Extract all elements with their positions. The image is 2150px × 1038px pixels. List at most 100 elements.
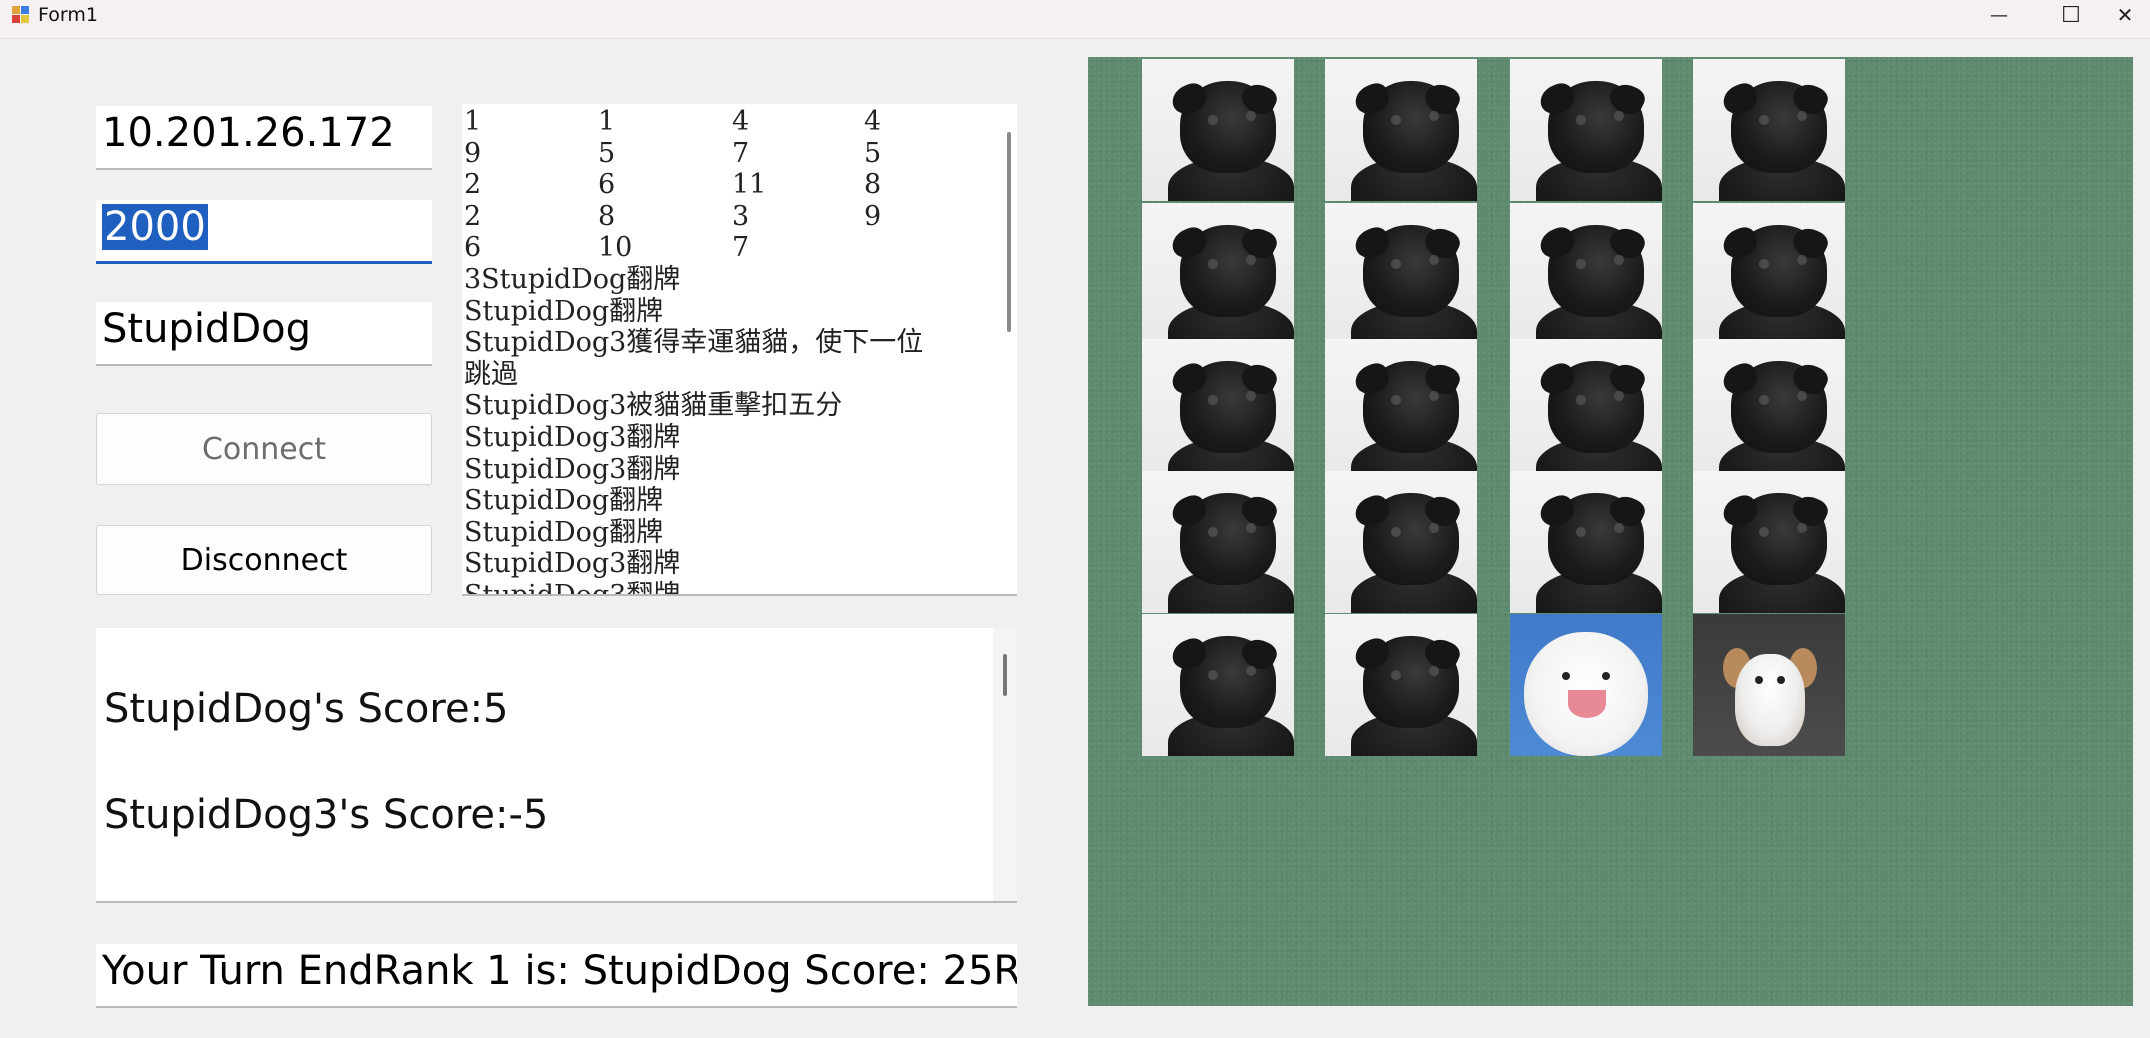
maximize-button[interactable]: ☐ — [2036, 0, 2106, 30]
pug-eye — [1429, 666, 1439, 676]
log-number-cell: 9 — [864, 200, 882, 232]
pug-eye — [1246, 666, 1256, 676]
log-message: StupidDog翻牌 — [464, 295, 664, 327]
card-pug[interactable] — [1142, 471, 1294, 613]
pug-eye — [1797, 523, 1807, 533]
card-pug[interactable] — [1142, 339, 1294, 481]
shih-tzu-eye — [1755, 676, 1763, 684]
log-number-cell: 4 — [732, 106, 750, 137]
log-number-cell: 7 — [732, 137, 750, 169]
pug-eye — [1208, 395, 1218, 405]
disconnect-button[interactable]: Disconnect — [96, 525, 432, 595]
app-icon — [12, 6, 30, 24]
card-pug[interactable] — [1693, 59, 1845, 201]
pug-eye — [1797, 111, 1807, 121]
pug-eye — [1391, 115, 1401, 125]
card-samoyed[interactable] — [1510, 614, 1662, 756]
card-pug[interactable] — [1510, 203, 1662, 345]
card-pug[interactable] — [1693, 471, 1845, 613]
pug-eye — [1208, 259, 1218, 269]
connect-button[interactable]: Connect — [96, 413, 432, 485]
log-message: 3StupidDog翻牌 — [464, 263, 681, 295]
status-textbox[interactable]: Your Turn EndRank 1 is: StupidDog Score:… — [96, 944, 1017, 1008]
log-number-cell: 4 — [864, 106, 882, 137]
log-number-cell: 3 — [732, 200, 750, 232]
card-pug[interactable] — [1325, 614, 1477, 756]
score-line: StupidDog's Score:5 — [104, 686, 509, 732]
score-box[interactable]: StupidDog's Score:5 StupidDog3's Score:-… — [96, 628, 1017, 903]
pug-eye — [1429, 111, 1439, 121]
log-number-row: 6 10 7 — [464, 232, 984, 264]
card-board — [1088, 57, 2133, 1006]
port-selected-text: 2000 — [102, 204, 208, 250]
port-input[interactable]: 2000 — [96, 200, 432, 264]
card-pug[interactable] — [1142, 203, 1294, 345]
card-shih-tzu[interactable] — [1693, 614, 1845, 756]
pug-eye — [1614, 391, 1624, 401]
log-number-cell: 8 — [864, 169, 882, 201]
log-message: StupidDog3翻牌 — [464, 579, 681, 596]
score-scrollbar[interactable] — [1003, 654, 1007, 696]
card-pug[interactable] — [1510, 471, 1662, 613]
pug-eye — [1208, 527, 1218, 537]
game-log-listbox[interactable]: 1 1 4 4 9 5 7 5 2 6 11 8 2 8 3 9 6 10 7 3StupidDog翻牌 StupidD… — [462, 104, 1017, 596]
log-number-cell: 10 — [598, 232, 633, 264]
ip-address-input[interactable]: 10.201.26.172 — [96, 106, 432, 170]
log-scrollbar[interactable] — [1007, 132, 1011, 332]
log-number-cell: 6 — [464, 232, 482, 264]
pug-eye — [1391, 395, 1401, 405]
log-number-cell: 5 — [598, 137, 616, 169]
log-number-row: 1 1 4 4 — [464, 106, 984, 138]
log-message: 跳過 — [464, 358, 518, 390]
log-number-row: 2 8 3 9 — [464, 201, 984, 233]
pug-eye — [1614, 255, 1624, 265]
samoyed-mouth — [1568, 690, 1606, 718]
card-pug[interactable] — [1693, 339, 1845, 481]
log-message: StupidDog3翻牌 — [464, 548, 681, 580]
card-pug[interactable] — [1142, 59, 1294, 201]
card-pug[interactable] — [1142, 614, 1294, 756]
shih-tzu-eye — [1777, 676, 1785, 684]
card-pug[interactable] — [1325, 339, 1477, 481]
pug-eye — [1391, 527, 1401, 537]
pug-eye — [1576, 395, 1586, 405]
log-number-cell: 5 — [864, 137, 882, 169]
log-number-cell: 7 — [732, 232, 750, 264]
pug-eye — [1576, 259, 1586, 269]
score-line: StupidDog3's Score:-5 — [104, 792, 549, 838]
pug-eye — [1208, 670, 1218, 680]
pug-eye — [1391, 670, 1401, 680]
minimize-button[interactable]: — — [1964, 0, 2034, 30]
log-number-cell: 2 — [464, 169, 482, 201]
pug-eye — [1576, 115, 1586, 125]
log-number-cell: 9 — [464, 137, 482, 169]
pug-eye — [1614, 523, 1624, 533]
pug-eye — [1391, 259, 1401, 269]
card-pug[interactable] — [1325, 471, 1477, 613]
log-message: StupidDog3被貓貓重擊扣五分 — [464, 390, 843, 422]
log-number-cell: 1 — [464, 106, 482, 137]
pug-eye — [1614, 111, 1624, 121]
pug-eye — [1246, 111, 1256, 121]
card-pug[interactable] — [1325, 203, 1477, 345]
log-number-cell: 6 — [598, 169, 616, 201]
pug-eye — [1246, 255, 1256, 265]
log-message: StupidDog翻牌 — [464, 485, 664, 517]
card-pug[interactable] — [1510, 59, 1662, 201]
pug-eye — [1797, 391, 1807, 401]
log-message: StupidDog翻牌 — [464, 516, 664, 548]
log-number-cell: 1 — [598, 106, 616, 137]
card-pug[interactable] — [1325, 59, 1477, 201]
username-input[interactable]: StupidDog — [96, 302, 432, 366]
card-pug[interactable] — [1693, 203, 1845, 345]
log-message: StupidDog3翻牌 — [464, 453, 681, 485]
game-log-content: 1 1 4 4 9 5 7 5 2 6 11 8 2 8 3 9 6 10 7 3StupidDog翻牌 StupidD… — [464, 106, 984, 596]
log-number-row: 9 5 7 5 — [464, 138, 984, 170]
pug-eye — [1208, 115, 1218, 125]
card-pug[interactable] — [1510, 339, 1662, 481]
shih-tzu-body — [1735, 654, 1805, 746]
log-message: StupidDog3翻牌 — [464, 421, 681, 453]
pug-eye — [1429, 523, 1439, 533]
close-button[interactable]: ✕ — [2100, 0, 2150, 30]
log-number-cell: 8 — [598, 200, 616, 232]
